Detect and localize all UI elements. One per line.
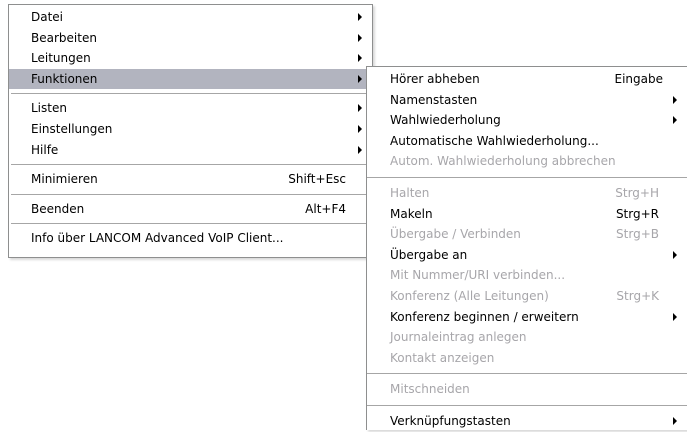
submenu-arrow-icon [358,74,362,83]
menu-separator [11,164,370,166]
menu-item-label: Makeln [390,206,433,221]
menu-item-label: Datei [31,10,64,24]
menu-item-shortcut: Shift+Esc [288,172,346,187]
submenu-arrow-icon [673,312,677,321]
menu-item-label: Autom. Wahlwiederholung abbrechen [390,154,616,169]
menu-item-halten: Halten Strg+H [367,183,687,204]
main-menu: Datei Bearbeiten Leitungen Funktionen Li… [8,4,373,258]
menu-item-label: Übergabe / Verbinden [390,227,521,242]
menu-separator [11,223,370,225]
menu-item-bearbeiten[interactable]: Bearbeiten [9,28,372,49]
menu-item-namenstasten[interactable]: Namenstasten [367,90,687,111]
submenu-arrow-icon [358,104,362,113]
menu-item-shortcut: Strg+K [616,288,659,303]
menu-item-label: Wahlwiederholung [390,113,501,128]
menu-item-shortcut: Strg+H [615,185,659,200]
menu-item-label: Hörer abheben [390,72,480,86]
menu-item-label: Namenstasten [390,92,478,107]
menu-item-label: Verknüpfungstasten [390,413,511,428]
submenu-arrow-icon [673,250,677,259]
menu-item-mitschneiden: Mitschneiden [367,379,687,400]
menu-item-kontakt-anzeigen: Kontakt anzeigen [367,348,687,369]
menu-item-datei[interactable]: Datei [9,7,372,28]
menu-item-automatische-wahlwiederholung[interactable]: Automatische Wahlwiederholung... [367,131,687,152]
submenu-arrow-icon [358,33,362,42]
submenu-arrow-icon [673,95,677,104]
menu-item-beenden[interactable]: Beenden Alt+F4 [9,199,372,220]
menu-item-shortcut: Eingabe [614,72,664,86]
menu-item-hilfe[interactable]: Hilfe [9,140,372,161]
menu-item-label: Journaleintrag anlegen [390,330,527,345]
menu-item-label: Mitschneiden [390,382,470,397]
menu-item-konferenz-alle-leitungen: Konferenz (Alle Leitungen) Strg+K [367,286,687,307]
menu-item-leitungen[interactable]: Leitungen [9,48,372,69]
menu-item-hoerer-abheben[interactable]: Hörer abheben Eingabe [367,69,687,90]
menu-item-label: Funktionen [31,71,98,86]
menu-separator [367,373,687,375]
menu-separator [11,93,370,95]
menu-separator [11,193,370,195]
submenu-arrow-icon [358,124,362,133]
menu-item-einstellungen[interactable]: Einstellungen [9,119,372,140]
menu-item-makeln[interactable]: Makeln Strg+R [367,204,687,225]
menu-item-wahlwiederholung[interactable]: Wahlwiederholung [367,110,687,131]
menu-item-label: Übergabe an [390,247,468,262]
menu-item-label: Info über LANCOM Advanced VoIP Client... [31,231,284,246]
submenu-arrow-icon [673,116,677,125]
menu-item-shortcut: Strg+R [615,206,659,221]
menu-item-shortcut: Strg+B [616,227,659,242]
menu-item-listen[interactable]: Listen [9,98,372,119]
menu-item-label: Kontakt anzeigen [390,350,495,365]
menu-item-verknuepfungstasten[interactable]: Verknüpfungstasten [367,411,687,432]
menu-item-shortcut: Alt+F4 [305,201,346,216]
menu-item-info[interactable]: Info über LANCOM Advanced VoIP Client... [9,228,372,249]
menu-item-label: Automatische Wahlwiederholung... [390,133,599,148]
menu-item-mit-nummer-verbinden: Mit Nummer/URI verbinden... [367,265,687,286]
menu-item-label: Halten [390,185,430,200]
menu-item-label: Beenden [31,201,85,216]
submenu-arrow-icon [358,145,362,154]
menu-separator [367,176,687,178]
submenu-arrow-icon [358,13,362,21]
menu-item-label: Bearbeiten [31,30,97,45]
submenu-arrow-icon [673,416,677,425]
menu-item-label: Leitungen [31,51,91,66]
menu-item-uebergabe-an[interactable]: Übergabe an [367,245,687,266]
menu-item-uebergabe-verbinden: Übergabe / Verbinden Strg+B [367,224,687,245]
menu-item-label: Minimieren [31,172,98,187]
submenu-funktionen: Hörer abheben Eingabe Namenstasten Wahlw… [366,66,687,430]
menu-item-label: Hilfe [31,142,59,157]
menu-item-minimieren[interactable]: Minimieren Shift+Esc [9,169,372,190]
menu-separator [367,404,687,406]
menu-item-label: Konferenz (Alle Leitungen) [390,288,549,303]
menu-item-label: Listen [31,101,67,116]
menu-item-funktionen[interactable]: Funktionen [9,68,372,90]
menu-item-wahlwiederholung-abbrechen: Autom. Wahlwiederholung abbrechen [367,151,687,172]
submenu-arrow-icon [358,54,362,63]
menu-item-label: Mit Nummer/URI verbinden... [390,268,566,283]
menu-item-label: Einstellungen [31,121,113,136]
menu-item-konferenz-beginnen[interactable]: Konferenz beginnen / erweitern [367,307,687,328]
menu-item-label: Konferenz beginnen / erweitern [390,309,579,324]
menu-item-journaleintrag-anlegen: Journaleintrag anlegen [367,327,687,348]
